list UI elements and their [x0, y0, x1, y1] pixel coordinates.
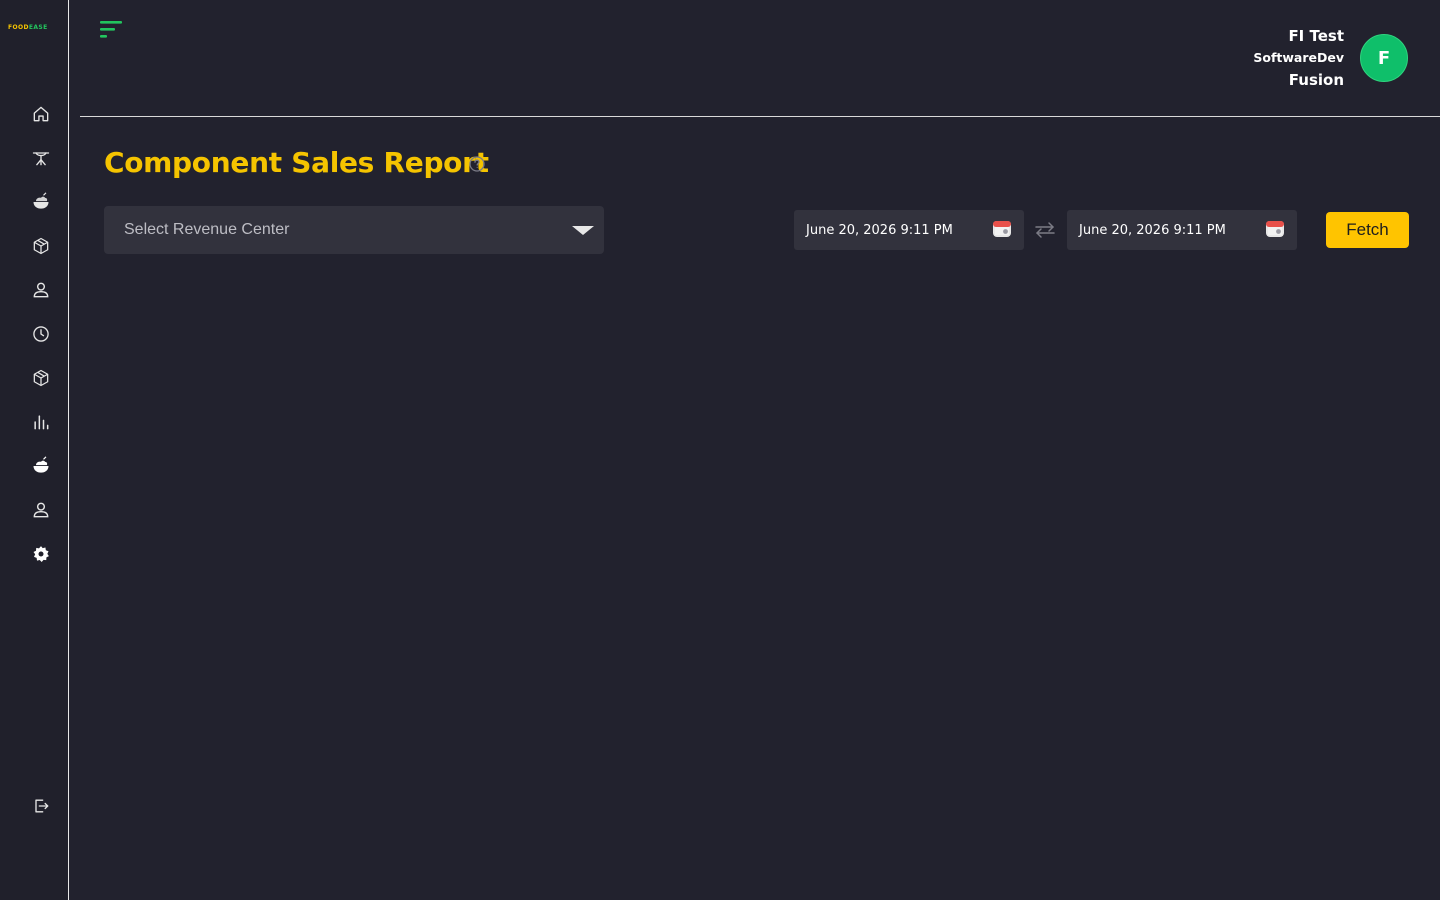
- bar-chart-icon: [34, 415, 49, 430]
- chevron-down-icon: [572, 226, 594, 235]
- brand-logo[interactable]: FOODEASE: [8, 23, 62, 33]
- revenue-center-select[interactable]: Select Revenue Center: [104, 206, 604, 254]
- calendar-icon[interactable]: [1265, 219, 1285, 239]
- header-divider: [80, 116, 1440, 117]
- inventory-box-icon: [33, 369, 49, 387]
- customer-icon: [33, 502, 49, 518]
- sidebar-item-inventory[interactable]: [29, 366, 53, 390]
- sidebar-item-menu[interactable]: [29, 190, 53, 214]
- start-date-value: June 20, 2026 9:11 PM: [806, 222, 953, 238]
- clock-icon: [33, 326, 49, 342]
- user-name: FI Test: [1288, 27, 1344, 45]
- user-icon: [33, 282, 49, 298]
- page-title: Component Sales Report: [104, 146, 489, 179]
- logout-button[interactable]: [29, 794, 53, 818]
- sidebar-item-home[interactable]: [29, 102, 53, 126]
- package-icon: [33, 237, 49, 255]
- sidebar-item-settings[interactable]: [29, 542, 53, 566]
- sidebar: FOODEASE: [0, 0, 69, 900]
- sidebar-item-customers[interactable]: [29, 498, 53, 522]
- end-date-value: June 20, 2026 9:11 PM: [1079, 222, 1226, 238]
- sidebar-item-products[interactable]: [29, 234, 53, 258]
- end-date-input[interactable]: June 20, 2026 9:11 PM: [1067, 210, 1297, 250]
- user-organization: SoftwareDev: [1253, 50, 1344, 65]
- swap-arrows-icon: [1035, 222, 1055, 238]
- dining-table-icon: [32, 152, 50, 166]
- food-bowl-icon: [33, 192, 49, 209]
- start-date-input[interactable]: June 20, 2026 9:11 PM: [794, 210, 1024, 250]
- sidebar-item-tables[interactable]: [29, 146, 53, 170]
- logo-text-ease: EASE: [28, 24, 48, 31]
- calendar-icon[interactable]: [992, 219, 1012, 239]
- home-icon: [33, 106, 49, 122]
- revenue-center-placeholder: Select Revenue Center: [124, 221, 290, 238]
- sidebar-item-history[interactable]: [29, 322, 53, 346]
- avatar[interactable]: F: [1360, 34, 1408, 82]
- menu-toggle-button[interactable]: [98, 20, 124, 42]
- food-bowl-filled-icon: [33, 456, 49, 473]
- user-info: FI Test SoftwareDev Fusion: [1253, 25, 1344, 91]
- menu-lines-icon: [100, 21, 122, 38]
- help-icon[interactable]: [468, 155, 486, 173]
- user-company: Fusion: [1288, 71, 1344, 89]
- logout-icon: [35, 799, 49, 813]
- sidebar-item-users[interactable]: [29, 278, 53, 302]
- fetch-button[interactable]: Fetch: [1326, 212, 1409, 248]
- sidebar-item-components[interactable]: [29, 454, 53, 478]
- sidebar-item-reports[interactable]: [29, 410, 53, 434]
- settings-gear-icon: [33, 546, 49, 562]
- logo-text-food: FOOD: [8, 24, 29, 31]
